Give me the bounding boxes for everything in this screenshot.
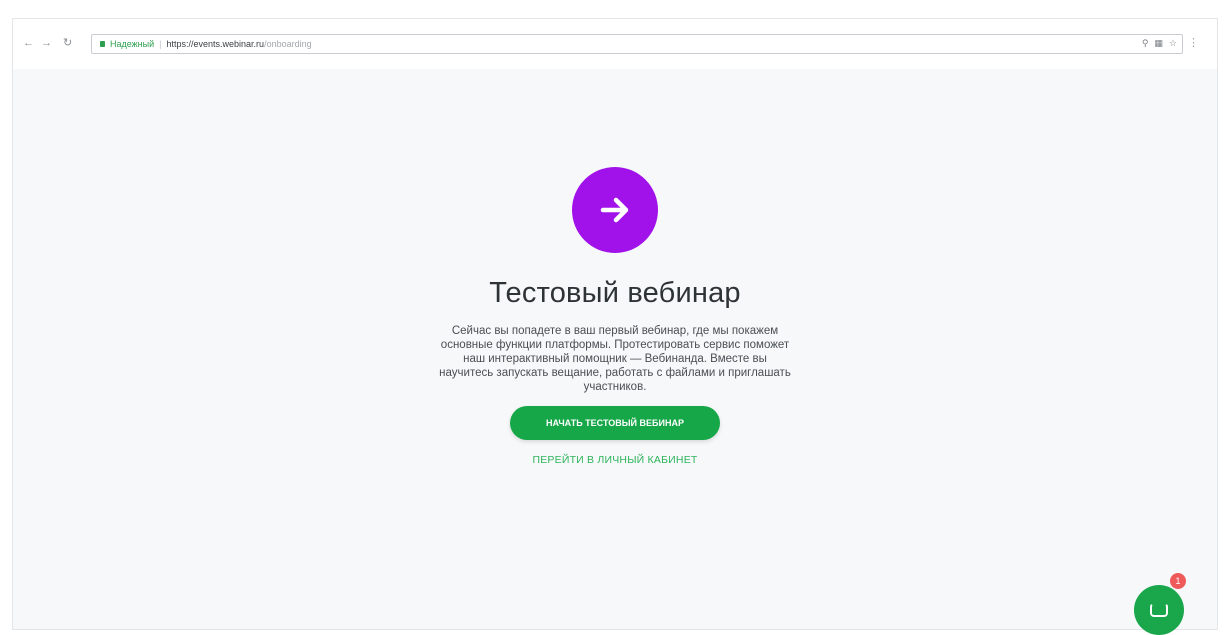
browser-toolbar: ← → ↻ Надежный | https://events.webinar.…: [13, 19, 1217, 69]
address-bar-actions: ⚲ ▦ ☆: [1142, 38, 1177, 49]
chat-widget-button[interactable]: [1134, 585, 1184, 635]
url-path: /onboarding: [264, 39, 312, 49]
star-icon[interactable]: ☆: [1169, 38, 1177, 49]
chat-notification-badge: 1: [1170, 573, 1186, 589]
url-host: https://events.webinar.ru: [166, 39, 265, 49]
zoom-icon[interactable]: ⚲: [1142, 38, 1149, 49]
reload-icon[interactable]: ↻: [63, 36, 72, 50]
address-bar[interactable]: Надежный | https://events.webinar.ru /on…: [91, 34, 1183, 54]
back-icon[interactable]: ←: [23, 36, 34, 50]
personal-account-link[interactable]: ПЕРЕЙТИ В ЛИЧНЫЙ КАБИНЕТ: [532, 454, 697, 466]
onboarding-description: Сейчас вы попадете в ваш первый вебинар,…: [439, 325, 791, 393]
arrow-right-icon: [572, 167, 658, 253]
address-separator: |: [159, 39, 162, 49]
forward-icon[interactable]: →: [41, 36, 52, 50]
menu-dots-icon[interactable]: ⋮: [1188, 36, 1199, 49]
onboarding-panel: Тестовый вебинар Сейчас вы попадете в ва…: [13, 69, 1217, 631]
page-title: Тестовый вебинар: [489, 277, 741, 309]
start-test-webinar-button[interactable]: НАЧАТЬ ТЕСТОВЫЙ ВЕБИНАР: [510, 406, 720, 440]
extension-icon[interactable]: ▦: [1154, 38, 1163, 49]
chat-icon: [1150, 603, 1168, 617]
secure-label: Надежный: [110, 39, 155, 49]
lock-icon: [100, 41, 105, 47]
browser-window: ← → ↻ Надежный | https://events.webinar.…: [12, 18, 1218, 630]
